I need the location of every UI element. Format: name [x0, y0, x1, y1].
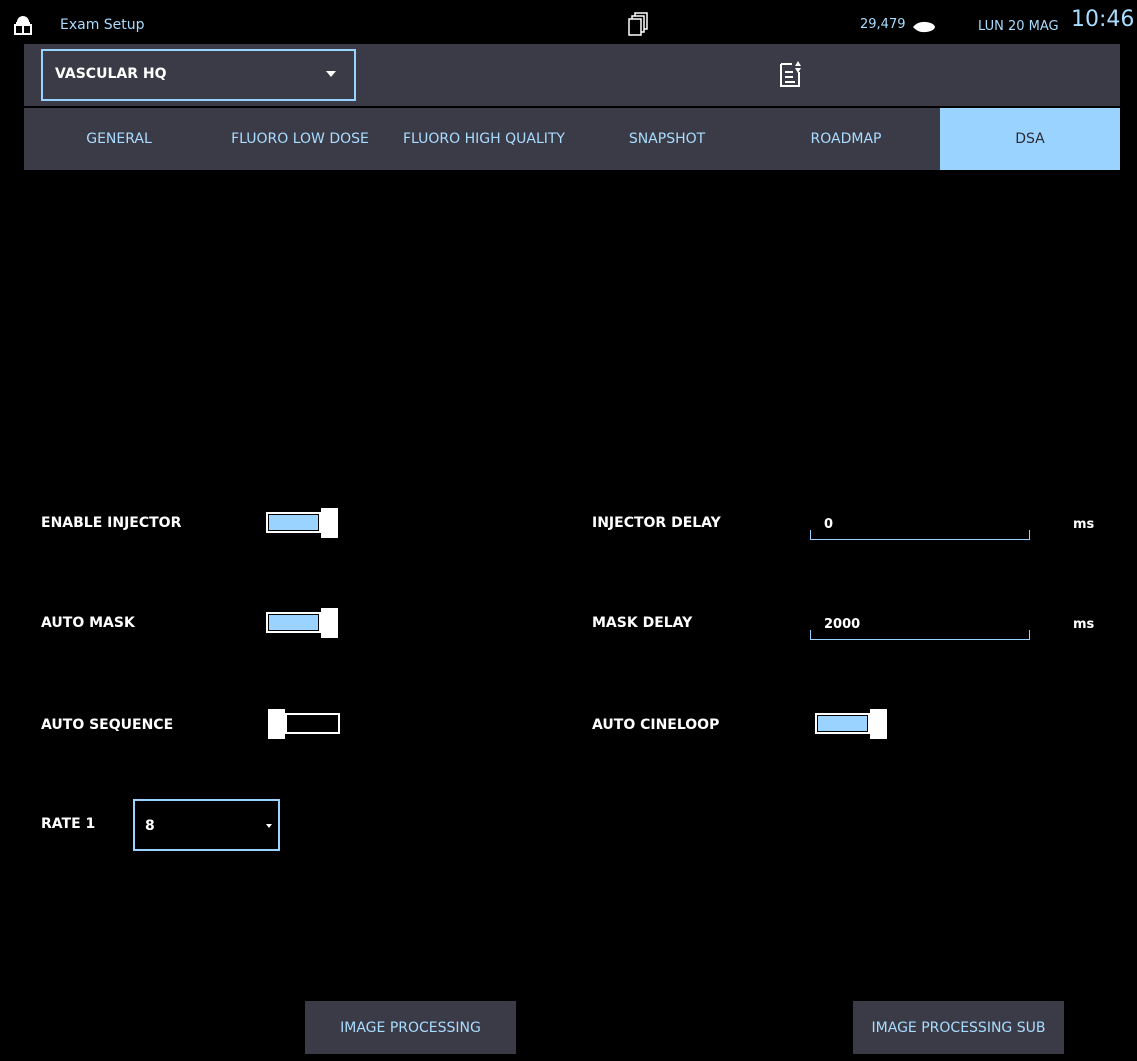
- app-title: Exam Setup: [60, 17, 145, 33]
- tab-general[interactable]: GENERAL: [24, 108, 214, 170]
- preset-select-value: VASCULAR HQ: [55, 66, 167, 82]
- tab-fluoro-high-quality[interactable]: FLUORO HIGH QUALITY: [386, 108, 582, 170]
- tab-fluoro-low-dose[interactable]: FLUORO LOW DOSE: [214, 108, 386, 170]
- auto-sequence-label: AUTO SEQUENCE: [41, 717, 174, 733]
- tab-dsa[interactable]: DSA: [940, 108, 1120, 170]
- clock: 10:46: [1071, 7, 1135, 32]
- tab-roadmap[interactable]: ROADMAP: [752, 108, 940, 170]
- injector-delay-label: INJECTOR DELAY: [592, 515, 721, 531]
- image-processing-button[interactable]: IMAGE PROCESSING: [305, 1001, 516, 1054]
- rate1-label: RATE 1: [41, 816, 96, 832]
- mask-delay-unit: ms: [1073, 617, 1095, 632]
- mask-delay-input[interactable]: 2000: [810, 612, 1030, 640]
- stacked-pages-icon[interactable]: [627, 11, 649, 37]
- injector-delay-value: 0: [824, 517, 834, 532]
- enable-injector-label: ENABLE INJECTOR: [41, 515, 182, 531]
- preset-select[interactable]: VASCULAR HQ: [41, 49, 356, 101]
- disk-icon: [912, 18, 936, 33]
- chevron-down-icon: [326, 71, 336, 77]
- rate1-select[interactable]: 8: [133, 799, 280, 851]
- operator-icon: [12, 11, 34, 35]
- mask-delay-label: MASK DELAY: [592, 615, 693, 631]
- document-list-icon[interactable]: [779, 60, 803, 88]
- auto-sequence-toggle[interactable]: [268, 709, 340, 739]
- injector-delay-input[interactable]: 0: [810, 512, 1030, 540]
- tab-snapshot[interactable]: SNAPSHOT: [582, 108, 752, 170]
- auto-cineloop-label: AUTO CINELOOP: [592, 717, 720, 733]
- date-label: LUN 20 MAG: [978, 19, 1059, 34]
- rate1-select-value: 8: [145, 818, 155, 834]
- status-bar: [0, 0, 1137, 44]
- enable-injector-toggle[interactable]: [266, 508, 338, 538]
- chevron-down-icon: [266, 824, 272, 828]
- image-processing-sub-button[interactable]: IMAGE PROCESSING SUB: [853, 1001, 1064, 1054]
- injector-delay-unit: ms: [1073, 517, 1095, 532]
- auto-mask-toggle[interactable]: [266, 608, 338, 638]
- auto-mask-label: AUTO MASK: [41, 615, 135, 631]
- auto-cineloop-toggle[interactable]: [815, 709, 887, 739]
- mask-delay-value: 2000: [824, 617, 861, 632]
- storage-counter: 29,479: [860, 17, 906, 32]
